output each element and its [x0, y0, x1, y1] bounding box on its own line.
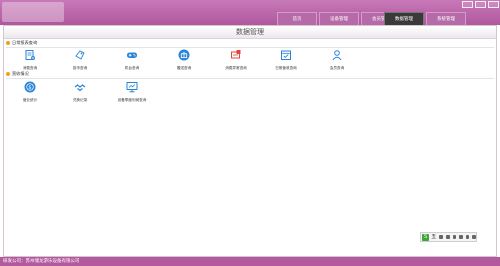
maximize-icon[interactable]: [475, 1, 486, 8]
punctuation-icon[interactable]: [445, 235, 450, 239]
close-icon[interactable]: [488, 1, 499, 8]
func-label: 投币查询: [72, 66, 88, 70]
section-label: 日常报表查询: [12, 40, 38, 45]
moon-icon[interactable]: [439, 235, 443, 239]
section-dot-icon: [6, 72, 10, 76]
monitor-chart-icon: [126, 81, 138, 93]
member-query-button[interactable]: 会员查询: [317, 49, 357, 75]
section-dot-icon: [6, 41, 10, 45]
tab-system[interactable]: 系统管理: [426, 12, 466, 25]
main-panel: 数据管理 日常报表查询 消费查询 投币查询 机台查询 赠送查询 消费异常查询 日…: [3, 25, 497, 257]
gift-query-button[interactable]: 赠送查询: [164, 49, 204, 75]
panel-title: 数据管理: [4, 26, 496, 39]
emoji-icon[interactable]: [452, 235, 457, 239]
device-quarterly-profit-button[interactable]: 设备季度利润查询: [112, 81, 152, 107]
gift-icon: [178, 49, 190, 61]
daily-revenue-query-button[interactable]: 日常营收查询: [266, 49, 306, 75]
func-label: 兑换记录: [72, 98, 88, 102]
svg-text:$: $: [28, 85, 31, 91]
func-label: 日常营收查询: [275, 66, 297, 70]
machine-query-button[interactable]: 机台查询: [112, 49, 152, 75]
divider: [6, 47, 494, 48]
tab-device[interactable]: 设备管理: [319, 12, 359, 25]
dollar-circle-icon: $: [24, 81, 36, 93]
func-label: 机台查询: [124, 66, 140, 70]
receipt-icon: [24, 49, 36, 61]
minimize-icon[interactable]: [462, 1, 473, 8]
divider: [6, 78, 494, 79]
keyboard-icon[interactable]: [459, 235, 463, 239]
ime-logo-icon: S: [422, 233, 430, 241]
company-text: 研发公司：苏州储龙游乐设备有限公司: [3, 259, 80, 264]
coin-tag-icon: [74, 49, 86, 61]
ime-mode-label[interactable]: 五: [431, 233, 436, 241]
calendar-check-icon: [280, 49, 292, 61]
exchange-record-button[interactable]: 兑换记录: [60, 81, 100, 107]
coin-query-button[interactable]: 投币查询: [60, 49, 100, 75]
tab-home[interactable]: 首页: [277, 12, 317, 25]
func-label: 营业统计: [22, 98, 38, 102]
func-label: 消费异常查询: [225, 66, 247, 70]
app-logo: [2, 2, 64, 22]
tab-data[interactable]: 数据管理: [384, 12, 424, 25]
grid-icon[interactable]: [472, 235, 477, 239]
business-statistics-button[interactable]: $ 营业统计: [10, 81, 50, 107]
user-icon: [331, 49, 343, 61]
func-label: 设备季度利润查询: [117, 98, 147, 102]
func-label: 会员查询: [329, 66, 345, 70]
handshake-icon: [74, 81, 86, 93]
section-label: 营收情况: [12, 71, 29, 76]
gamepad-icon: [126, 49, 138, 61]
alert-device-icon: [230, 49, 242, 61]
title-bar: 首页 设备管理 会员管理 数据管理 系统管理: [0, 0, 500, 25]
ime-toolbar[interactable]: S 五: [420, 232, 477, 242]
status-footer: 研发公司：苏州储龙游乐设备有限公司: [0, 257, 500, 266]
skin-icon[interactable]: [465, 235, 470, 239]
func-label: 赠送查询: [176, 66, 192, 70]
consumption-anomaly-query-button[interactable]: 消费异常查询: [216, 49, 256, 75]
